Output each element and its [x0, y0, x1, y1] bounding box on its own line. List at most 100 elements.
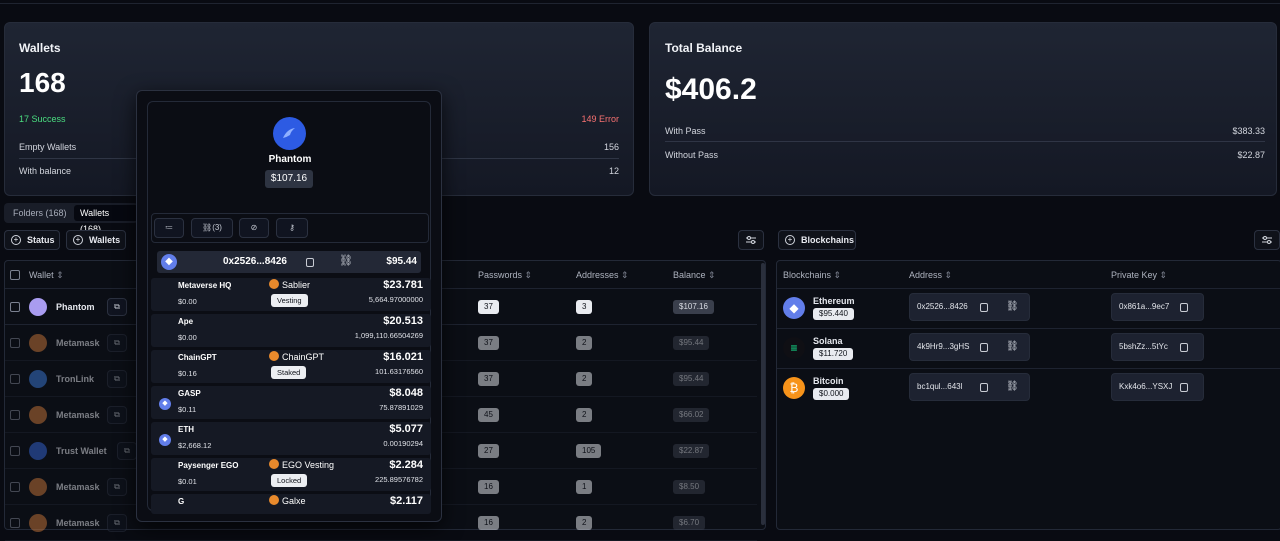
key-icon: ⚷ — [289, 223, 295, 232]
copy-button[interactable]: ⧉ — [107, 298, 127, 316]
token-protocol: EGO Vesting — [269, 459, 334, 470]
wallet-name: TronLink — [56, 374, 94, 384]
token-usd-value: $20.513 — [383, 315, 423, 327]
row-checkbox[interactable] — [10, 338, 20, 348]
copy-button[interactable]: ⧉ — [107, 406, 127, 424]
token-row[interactable]: Metaverse HQ $0.00 Sablier Vesting $23.781 5,… — [151, 278, 431, 311]
private-key-text: Kxk4o6...YSXJ — [1119, 382, 1173, 391]
balance-badge: $8.50 — [673, 480, 706, 494]
copy-icon[interactable] — [1180, 343, 1188, 352]
select-all-checkbox[interactable] — [10, 270, 20, 280]
row-checkbox[interactable] — [10, 374, 20, 384]
copy-button[interactable]: ⧉ — [117, 442, 137, 460]
chain-value-badge: $95.440 — [813, 308, 854, 320]
phantom-icon — [29, 298, 47, 316]
wallets-filter-button[interactable]: + Wallets — [66, 230, 126, 250]
row-checkbox[interactable] — [10, 482, 20, 492]
token-row[interactable]: ◆ ETH $2,668.12 $5.077 0.00190294 — [151, 422, 431, 455]
token-protocol-label: Galxe — [282, 496, 306, 506]
token-row[interactable]: ChainGPT $0.16 ChainGPT Staked $16.021 101.63… — [151, 350, 431, 383]
copy-button[interactable]: ⧉ — [107, 478, 127, 496]
token-amount: 1,099,110.66504269 — [354, 331, 423, 340]
plus-circle-icon: + — [73, 235, 83, 245]
address-column-header[interactable]: Address ⇕ — [909, 270, 952, 281]
balance-badge: $107.16 — [673, 300, 714, 314]
address-text: 0x2526...8426 — [917, 302, 968, 311]
row-checkbox[interactable] — [10, 518, 20, 528]
copy-button[interactable]: ⧉ — [107, 334, 127, 352]
links-count: (3) — [212, 223, 222, 232]
addresses-badge: 105 — [576, 444, 602, 458]
solana-icon: ≡ — [783, 337, 805, 359]
wallet-column-header[interactable]: Wallet ⇕ — [29, 270, 64, 281]
status-filter-button[interactable]: + Status — [4, 230, 60, 250]
token-row[interactable]: Ape $0.00 $20.513 1,099,110.66504269 — [151, 314, 431, 347]
link-icon[interactable]: ⛓ — [1006, 294, 1019, 320]
token-status-tag: Vesting — [271, 294, 308, 307]
row-checkbox[interactable] — [10, 446, 20, 456]
bitcoin-icon: ₿ — [783, 377, 805, 399]
view-tabs: Folders (168) Wallets (168) — [4, 203, 138, 234]
sliders-icon — [746, 236, 756, 244]
metamask-icon — [29, 334, 47, 352]
blockchains-column-header[interactable]: Blockchains ⇕ — [783, 270, 841, 281]
sort-icon: ⇕ — [621, 270, 629, 280]
copy-icon[interactable] — [980, 343, 988, 352]
table-row[interactable]: ◆ Ethereum $95.440 0x2526...8426 ⛓ 0x861a...9… — [777, 289, 1280, 329]
copy-icon[interactable] — [1180, 303, 1188, 312]
top-strip — [0, 0, 1280, 4]
address-field: 0x2526...8426 ⛓ — [909, 293, 1030, 321]
link-icon[interactable]: ⛓ — [1006, 334, 1019, 360]
wallets-error-count: 149 Error — [581, 114, 619, 124]
chain-value-badge: $0.000 — [813, 388, 850, 400]
copy-button[interactable]: ⧉ — [107, 514, 127, 532]
wallet-table-settings-button[interactable] — [738, 230, 764, 250]
wallet-name: Trust Wallet — [56, 446, 107, 456]
link-icon[interactable]: ⛓ — [339, 254, 353, 267]
private-key-header-label: Private Key — [1111, 270, 1158, 280]
token-row[interactable]: Paysenger EGO $0.01 EGO Vesting Locked $2.28… — [151, 458, 431, 491]
token-status-tag: Staked — [271, 366, 307, 379]
row-checkbox[interactable] — [10, 410, 20, 420]
link-icon[interactable]: ⛓ — [1006, 374, 1019, 400]
copy-icon[interactable] — [980, 303, 988, 312]
vertical-scrollbar[interactable] — [761, 263, 765, 525]
unlink-button[interactable]: ⊘ — [239, 218, 269, 238]
balance-header-label: Balance — [673, 270, 706, 280]
token-usd-value: $2.117 — [389, 495, 423, 507]
address-field: bc1qul...643l ⛓ — [909, 373, 1030, 401]
table-row[interactable]: ≡ Solana $11.720 4k9Hr9...3gHS ⛓ 5bshZz...5tY… — [777, 329, 1280, 369]
links-button[interactable]: ⛓(3) — [191, 218, 233, 238]
private-key-field: Kxk4o6...YSXJ — [1111, 373, 1204, 401]
copy-button[interactable]: ⧉ — [107, 370, 127, 388]
tab-wallets[interactable]: Wallets (168) — [74, 205, 138, 234]
balance-card-divider — [665, 141, 1265, 142]
tab-folders[interactable]: Folders (168) — [7, 205, 73, 221]
token-name: G — [178, 497, 185, 506]
token-protocol-label: EGO Vesting — [282, 460, 335, 470]
popup-address-bar: ◆ 0x2526...8426 ⛓ $95.44 — [157, 251, 421, 273]
copy-icon[interactable] — [1180, 383, 1188, 392]
row-checkbox[interactable] — [10, 302, 20, 312]
with-pass-label: With Pass — [665, 126, 706, 136]
address-field: 4k9Hr9...3gHS ⛓ — [909, 333, 1030, 361]
chain-table-settings-button[interactable] — [1254, 230, 1280, 250]
copy-icon[interactable] — [306, 258, 314, 267]
private-key-column-header[interactable]: Private Key ⇕ — [1111, 270, 1167, 281]
key-button[interactable]: ⚷ — [276, 218, 308, 238]
metamask-icon — [29, 406, 47, 424]
passwords-column-header[interactable]: Passwords ⇕ — [478, 270, 532, 281]
table-row[interactable]: ₿ Bitcoin $0.000 bc1qul...643l ⛓ Kxk4o6...YSX… — [777, 369, 1280, 409]
token-name: GASP — [178, 389, 201, 398]
balance-column-header[interactable]: Balance ⇕ — [673, 270, 716, 281]
token-row[interactable]: ◆ GASP $0.11 $8.048 75.87891029 — [151, 386, 431, 419]
list-view-button[interactable]: ≔ — [154, 218, 184, 238]
token-row[interactable]: G Galxe $2.117 — [151, 494, 431, 514]
metamask-icon — [29, 514, 47, 532]
copy-icon[interactable] — [980, 383, 988, 392]
wallets-filter-label: Wallets — [89, 235, 121, 245]
blockchains-filter-button[interactable]: + Blockchains — [778, 230, 856, 250]
addresses-column-header[interactable]: Addresses ⇕ — [576, 270, 629, 281]
addresses-badge: 2 — [576, 408, 593, 422]
passwords-badge: 37 — [478, 372, 499, 386]
